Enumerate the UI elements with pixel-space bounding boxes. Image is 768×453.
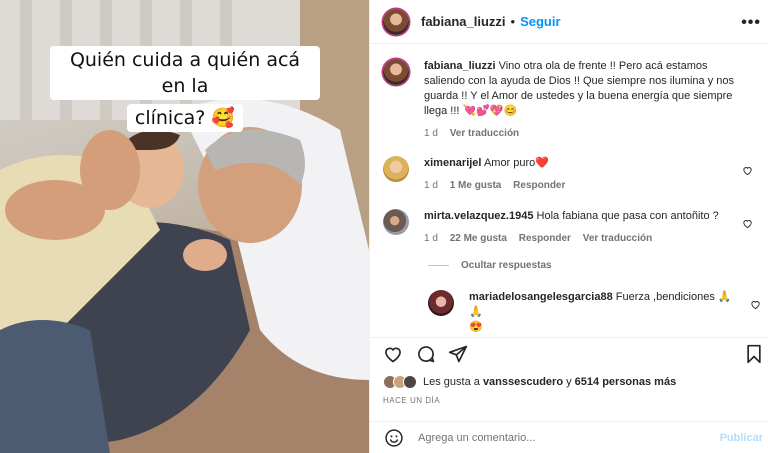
comment-time[interactable]: 1 d [424,233,438,244]
comment-username[interactable]: ximenarijel [424,157,481,169]
post-caption: fabiana_liuzzi Vino otra ola de frente !… [383,59,763,141]
reply-item: mariadelosangelesgarcia88 Fuerza ,bendic… [428,290,763,335]
translate-button[interactable]: Ver traducción [450,128,519,139]
translate-button[interactable]: Ver traducción [583,233,652,244]
comment-time[interactable]: 1 d [424,180,438,191]
separator-dot: • [510,14,516,29]
heart-icon[interactable] [742,218,753,229]
caption-time[interactable]: 1 d [424,128,438,139]
likes-user[interactable]: vanssescudero [483,376,563,388]
avatar[interactable] [428,290,454,316]
follow-button[interactable]: Seguir [520,14,560,29]
heart-icon[interactable] [742,165,753,176]
likes-others[interactable]: 6514 personas más [575,376,677,388]
reply-button[interactable]: Responder [519,233,571,244]
add-comment-bar: Agrega un comentario... Publicar [370,421,768,453]
comment-item: mirta.velazquez.1945 Hola fabiana que pa… [383,209,763,246]
reply-username[interactable]: mariadelosangelesgarcia88 [469,291,613,303]
comment-text: Hola fabiana que pasa con antoñito ? [536,210,719,222]
comment-text: Amor puro❤️ [483,157,549,169]
avatar[interactable] [383,156,409,182]
caption-line: clínica? 🥰 [126,104,244,132]
liker-avatars [383,375,417,389]
comment-icon[interactable] [416,344,436,364]
heart-icon[interactable] [750,299,761,310]
action-bar [370,337,768,367]
likes-prefix: Les gusta a [423,376,480,388]
likes-summary[interactable]: Les gusta a vanssescudero y 6514 persona… [383,375,676,389]
comment-input[interactable]: Agrega un comentario... [418,432,535,444]
comment-item: ximenarijel Amor puro❤️ 1 d 1 Me gusta R… [383,156,763,193]
caption-username[interactable]: fabiana_liuzzi [424,60,496,72]
divider [428,265,449,266]
comment-likes[interactable]: 22 Me gusta [450,233,507,244]
post-panel: fabiana_liuzzi • Seguir ••• fabiana_liuz… [369,0,768,453]
avatar [403,375,417,389]
comment-likes[interactable]: 1 Me gusta [450,180,502,191]
hide-replies-label: Ocultar respuestas [461,260,552,271]
avatar[interactable] [383,209,409,235]
publish-button[interactable]: Publicar [720,432,763,444]
bookmark-icon[interactable] [745,344,763,364]
hide-replies-button[interactable]: Ocultar respuestas [428,260,552,271]
reply-emoji: 😍 [469,321,483,333]
photo-caption: Quién cuida a quién acá en la clínica? 🥰 [50,44,320,134]
more-icon[interactable]: ••• [741,14,761,32]
caption-line: Quién cuida a quién acá en la [50,46,320,100]
likes-connector: y [566,376,572,388]
reply-button[interactable]: Responder [513,180,565,191]
comments-list[interactable]: fabiana_liuzzi Vino otra ola de frente !… [370,44,768,337]
post-timestamp[interactable]: HACE UN DÍA [383,396,440,405]
avatar[interactable] [383,8,409,35]
smile-icon[interactable] [384,428,404,448]
header-username[interactable]: fabiana_liuzzi [421,14,506,29]
avatar[interactable] [383,59,409,85]
post-photo[interactable]: Quién cuida a quién acá en la clínica? 🥰 [0,0,369,453]
heart-icon[interactable] [383,344,403,364]
comment-username[interactable]: mirta.velazquez.1945 [424,210,533,222]
post-header: fabiana_liuzzi • Seguir ••• [370,0,768,44]
share-icon[interactable] [448,344,468,364]
